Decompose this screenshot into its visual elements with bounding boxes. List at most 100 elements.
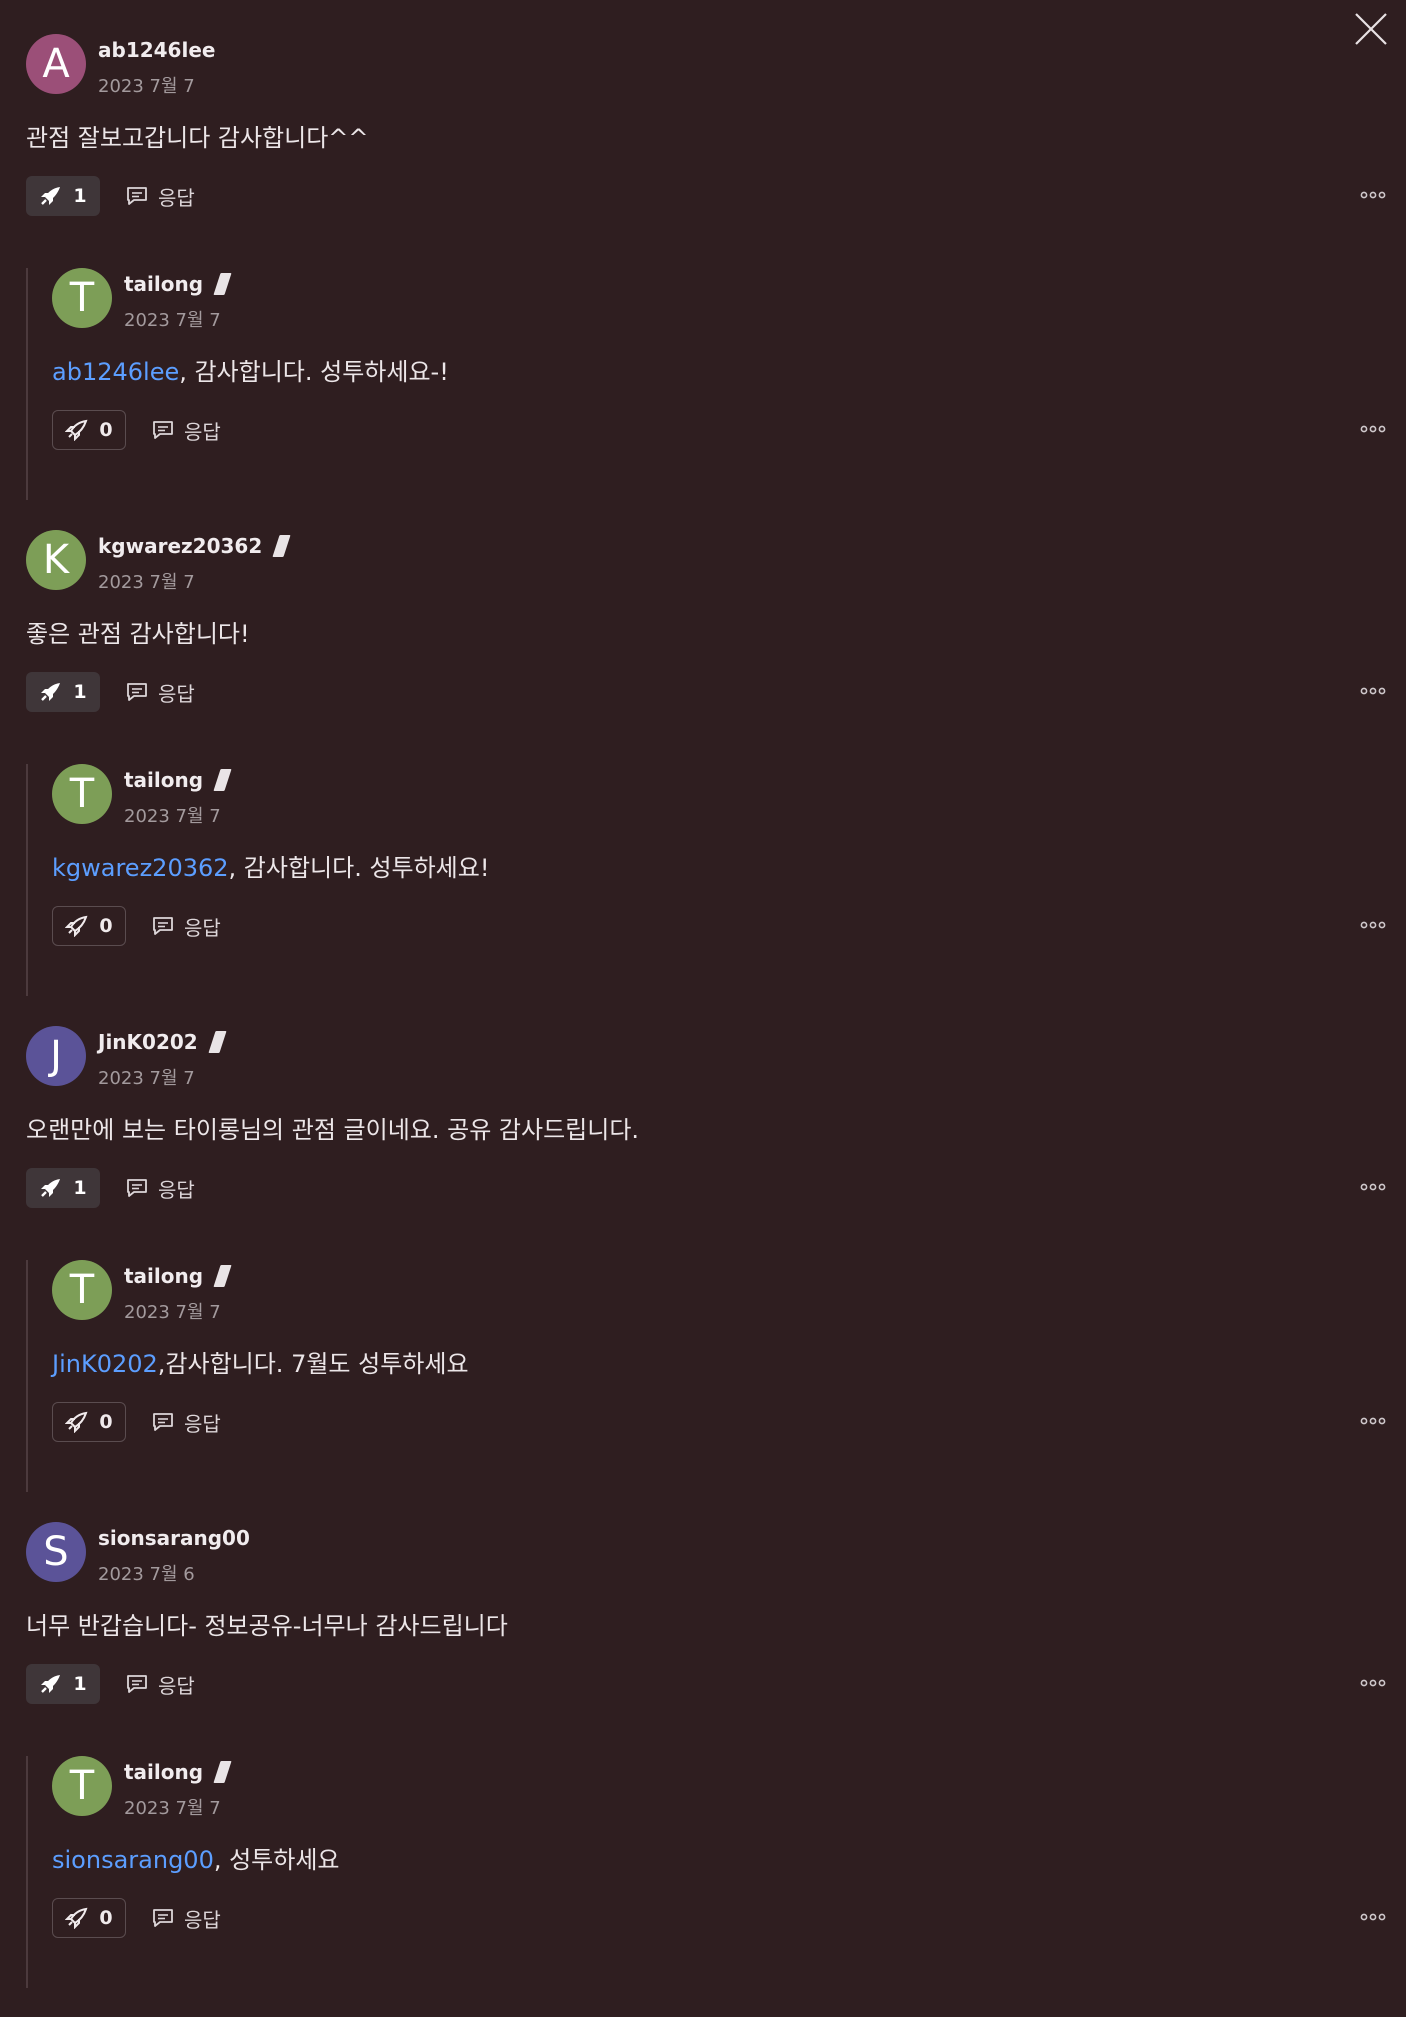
reply-button[interactable]: 응답 (152, 416, 221, 445)
reply-button[interactable]: 응답 (126, 1174, 195, 1203)
reply-label: 응답 (184, 915, 221, 940)
comment-body: , 감사합니다. 성투하세요! (228, 854, 490, 882)
chat-bubble-icon (126, 682, 148, 702)
comment-actions: 0 응답 (52, 906, 221, 946)
comment-date: 2023 7월 7 (98, 76, 195, 97)
comment-body: , 감사합니다. 성투하세요-! (179, 358, 449, 386)
reply: T tailong 2023 7월 7 kgwarez20362, 감사합니다.… (26, 764, 1386, 996)
mention-link[interactable]: kgwarez20362 (52, 854, 229, 882)
avatar[interactable]: A (26, 34, 86, 94)
reply-button[interactable]: 응답 (152, 912, 221, 941)
comment-actions: 1 응답 (26, 672, 195, 712)
comment-text: JinK0202,감사합니다. 7월도 성투하세요 (52, 1344, 469, 1379)
more-dots-icon (1360, 687, 1386, 695)
pencil-badge-icon (272, 535, 291, 557)
comment-actions: 1 응답 (26, 176, 195, 216)
avatar[interactable]: T (52, 1260, 112, 1320)
comment-actions: 1 응답 (26, 1168, 195, 1208)
comment-thread: K kgwarez20362 2023 7월 7 좋은 관점 감사합니다! 1 … (26, 530, 1386, 996)
comment-date: 2023 7월 6 (98, 1564, 195, 1585)
more-dots-icon (1360, 1679, 1386, 1687)
more-options-button[interactable] (1360, 1672, 1386, 1691)
boost-count: 1 (73, 1673, 87, 1695)
more-dots-icon (1360, 425, 1386, 433)
avatar[interactable]: T (52, 764, 112, 824)
reply-button[interactable]: 응답 (126, 182, 195, 211)
mention-link[interactable]: sionsarang00 (52, 1846, 214, 1874)
username[interactable]: kgwarez20362 (98, 534, 262, 558)
more-options-button[interactable] (1360, 914, 1386, 933)
pencil-badge-icon (213, 769, 232, 791)
boost-button[interactable]: 1 (26, 1664, 100, 1704)
username[interactable]: JinK0202 (98, 1030, 198, 1054)
username[interactable]: tailong (124, 1760, 203, 1784)
comment-thread: J JinK0202 2023 7월 7 오랜만에 보는 타이롱님의 관점 글이… (26, 1026, 1386, 1492)
reply-button[interactable]: 응답 (152, 1408, 221, 1437)
comment-actions: 0 응답 (52, 410, 221, 450)
username[interactable]: tailong (124, 272, 203, 296)
boost-button[interactable]: 0 (52, 410, 126, 450)
chat-bubble-icon (152, 1412, 174, 1432)
mention-link[interactable]: JinK0202 (52, 1350, 158, 1378)
boost-button[interactable]: 0 (52, 1898, 126, 1938)
chat-bubble-icon (152, 1908, 174, 1928)
more-options-button[interactable] (1360, 184, 1386, 203)
boost-count: 0 (99, 1907, 113, 1929)
comment-text: 좋은 관점 감사합니다! (26, 614, 250, 649)
pencil-badge-icon (213, 1761, 232, 1783)
comment-actions: 1 응답 (26, 1664, 195, 1704)
comment-body: 좋은 관점 감사합니다! (26, 620, 250, 648)
username-row: ab1246lee (98, 38, 215, 62)
more-options-button[interactable] (1360, 1176, 1386, 1195)
comment: J JinK0202 2023 7월 7 오랜만에 보는 타이롱님의 관점 글이… (26, 1026, 1386, 1226)
pencil-badge-icon (208, 1031, 227, 1053)
comment-date: 2023 7월 7 (124, 1798, 221, 1819)
username-row: tailong (124, 1760, 232, 1784)
comment-actions: 0 응답 (52, 1402, 221, 1442)
reply-label: 응답 (158, 681, 195, 706)
more-dots-icon (1360, 191, 1386, 199)
boost-button[interactable]: 0 (52, 906, 126, 946)
boost-button[interactable]: 1 (26, 672, 100, 712)
avatar[interactable]: T (52, 1756, 112, 1816)
username-row: tailong (124, 768, 232, 792)
username[interactable]: sionsarang00 (98, 1526, 250, 1550)
avatar[interactable]: K (26, 530, 86, 590)
username-row: tailong (124, 1264, 232, 1288)
boost-button[interactable]: 1 (26, 176, 100, 216)
rocket-icon (65, 1411, 89, 1433)
more-dots-icon (1360, 921, 1386, 929)
more-options-button[interactable] (1360, 1410, 1386, 1429)
reply-label: 응답 (158, 185, 195, 210)
boost-button[interactable]: 0 (52, 1402, 126, 1442)
boost-button[interactable]: 1 (26, 1168, 100, 1208)
comment-text: 너무 반갑습니다- 정보공유-너무나 감사드립니다 (26, 1606, 508, 1641)
comment-body: , 성투하세요 (213, 1846, 340, 1874)
username-row: sionsarang00 (98, 1526, 250, 1550)
reply: T tailong 2023 7월 7 sionsarang00, 성투하세요 … (26, 1756, 1386, 1988)
comment-date: 2023 7월 7 (98, 572, 195, 593)
more-options-button[interactable] (1360, 1906, 1386, 1925)
boost-count: 0 (99, 1411, 113, 1433)
username[interactable]: tailong (124, 1264, 203, 1288)
avatar[interactable]: T (52, 268, 112, 328)
more-options-button[interactable] (1360, 418, 1386, 437)
comment-date: 2023 7월 7 (124, 806, 221, 827)
comment-text: sionsarang00, 성투하세요 (52, 1840, 340, 1875)
more-options-button[interactable] (1360, 680, 1386, 699)
rocket-icon (39, 1177, 63, 1199)
avatar[interactable]: J (26, 1026, 86, 1086)
comment: S sionsarang00 2023 7월 6 너무 반갑습니다- 정보공유-… (26, 1522, 1386, 1722)
chat-bubble-icon (126, 1178, 148, 1198)
comment-actions: 0 응답 (52, 1898, 221, 1938)
reply-button[interactable]: 응답 (126, 1670, 195, 1699)
chat-bubble-icon (126, 1674, 148, 1694)
reply-label: 응답 (158, 1673, 195, 1698)
reply-label: 응답 (184, 1907, 221, 1932)
avatar[interactable]: S (26, 1522, 86, 1582)
username[interactable]: tailong (124, 768, 203, 792)
reply-button[interactable]: 응답 (126, 678, 195, 707)
mention-link[interactable]: ab1246lee (52, 358, 179, 386)
username[interactable]: ab1246lee (98, 38, 215, 62)
reply-button[interactable]: 응답 (152, 1904, 221, 1933)
